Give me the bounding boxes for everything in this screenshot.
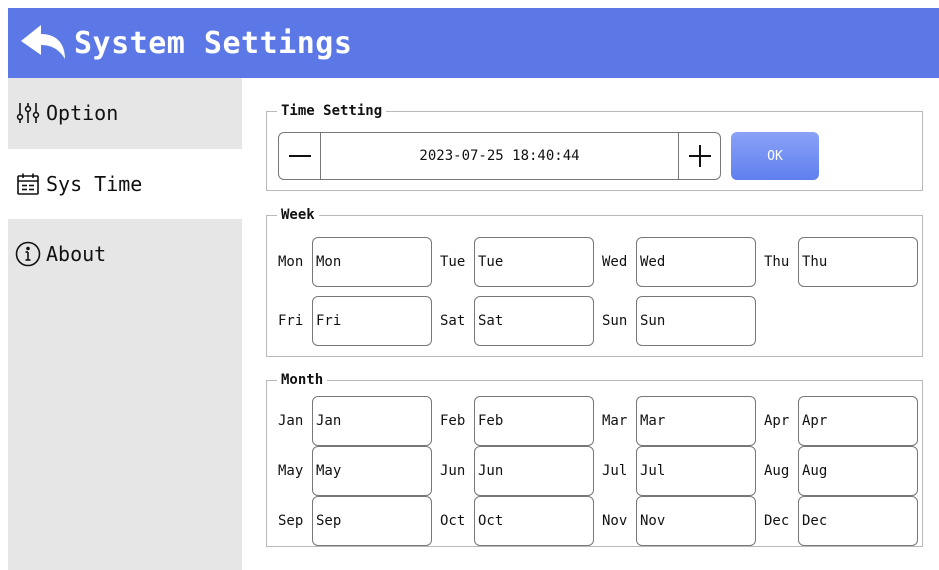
month-cell: Dec Dec bbox=[764, 496, 918, 546]
month-cell: Mar Mar bbox=[602, 396, 756, 446]
cell-label: May bbox=[278, 463, 304, 479]
cell-label: Oct bbox=[440, 513, 466, 529]
week-input[interactable]: Sat bbox=[474, 296, 594, 346]
week-cell: Sun Sun bbox=[602, 296, 756, 346]
time-stepper: 2023-07-25 18:40:44 bbox=[278, 132, 721, 180]
month-cell: Apr Apr bbox=[764, 396, 918, 446]
page-title: System Settings bbox=[74, 25, 353, 61]
month-input[interactable]: May bbox=[312, 446, 432, 496]
week-input[interactable]: Fri bbox=[312, 296, 432, 346]
group-title: Month bbox=[277, 371, 328, 389]
month-cell: Jul Jul bbox=[602, 446, 756, 496]
cell-label: Sat bbox=[440, 313, 466, 329]
cell-label: Jun bbox=[440, 463, 466, 479]
month-input[interactable]: Oct bbox=[474, 496, 594, 546]
ok-button[interactable]: OK bbox=[731, 132, 819, 180]
cell-label: Feb bbox=[440, 413, 466, 429]
cell-label: Jul bbox=[602, 463, 628, 479]
cell-label: Aug bbox=[764, 463, 790, 479]
increment-button[interactable] bbox=[678, 133, 720, 179]
month-cell: Sep Sep bbox=[278, 496, 432, 546]
month-cell: Feb Feb bbox=[440, 396, 594, 446]
group-title: Week bbox=[277, 206, 319, 224]
week-input[interactable]: Sun bbox=[636, 296, 756, 346]
cell-label: Sep bbox=[278, 513, 304, 529]
month-input[interactable]: Dec bbox=[798, 496, 918, 546]
week-cell: Mon Mon bbox=[278, 237, 432, 287]
cell-label: Apr bbox=[764, 413, 790, 429]
week-group: Week Mon Mon Tue Tue Wed Wed Thu Thu Fri… bbox=[266, 206, 923, 357]
month-input[interactable]: Aug bbox=[798, 446, 918, 496]
sidebar-item-label: Sys Time bbox=[46, 172, 143, 196]
title-bar: System Settings bbox=[8, 8, 939, 78]
cell-label: Thu bbox=[764, 254, 790, 270]
week-cell: Thu Thu bbox=[764, 237, 918, 287]
cell-label: Tue bbox=[440, 254, 466, 270]
cell-label: Wed bbox=[602, 254, 628, 270]
month-input[interactable]: Jan bbox=[312, 396, 432, 446]
sidebar-item-label: About bbox=[46, 242, 107, 266]
info-icon bbox=[14, 240, 42, 268]
week-input[interactable]: Thu bbox=[798, 237, 918, 287]
month-input[interactable]: Jul bbox=[636, 446, 756, 496]
month-input[interactable]: Jun bbox=[474, 446, 594, 496]
month-cell: Jan Jan bbox=[278, 396, 432, 446]
sidebar: Option Sys Time About bbox=[8, 78, 242, 570]
cell-label: Dec bbox=[764, 513, 790, 529]
time-value[interactable]: 2023-07-25 18:40:44 bbox=[321, 133, 678, 179]
month-input[interactable]: Mar bbox=[636, 396, 756, 446]
sidebar-item-option[interactable]: Option bbox=[8, 78, 242, 148]
sliders-icon bbox=[14, 99, 42, 127]
decrement-button[interactable] bbox=[279, 133, 321, 179]
week-cell: Fri Fri bbox=[278, 296, 432, 346]
week-cell: Wed Wed bbox=[602, 237, 756, 287]
sidebar-item-label: Option bbox=[46, 101, 119, 125]
cell-label: Mon bbox=[278, 254, 304, 270]
month-group: Month Jan Jan Feb Feb Mar Mar Apr Apr Ma… bbox=[266, 371, 923, 547]
cell-label: Fri bbox=[278, 313, 304, 329]
calendar-icon bbox=[14, 170, 42, 198]
back-arrow-icon[interactable] bbox=[14, 18, 72, 68]
week-input[interactable]: Wed bbox=[636, 237, 756, 287]
month-cell: Jun Jun bbox=[440, 446, 594, 496]
month-input[interactable]: Nov bbox=[636, 496, 756, 546]
cell-label: Mar bbox=[602, 413, 628, 429]
sidebar-item-sys-time[interactable]: Sys Time bbox=[8, 149, 242, 219]
month-cell: Aug Aug bbox=[764, 446, 918, 496]
month-cell: Oct Oct bbox=[440, 496, 594, 546]
month-cell: Nov Nov bbox=[602, 496, 756, 546]
week-input[interactable]: Tue bbox=[474, 237, 594, 287]
minus-icon bbox=[288, 155, 311, 157]
week-input[interactable]: Mon bbox=[312, 237, 432, 287]
week-cell: Sat Sat bbox=[440, 296, 594, 346]
month-input[interactable]: Apr bbox=[798, 396, 918, 446]
cell-label: Sun bbox=[602, 313, 628, 329]
time-setting-group: Time Setting 2023-07-25 18:40:44 OK bbox=[266, 102, 923, 191]
sidebar-item-about[interactable]: About bbox=[8, 219, 242, 289]
month-input[interactable]: Sep bbox=[312, 496, 432, 546]
plus-icon bbox=[688, 145, 711, 167]
week-cell: Tue Tue bbox=[440, 237, 594, 287]
month-cell: May May bbox=[278, 446, 432, 496]
group-title: Time Setting bbox=[277, 102, 387, 120]
month-input[interactable]: Feb bbox=[474, 396, 594, 446]
cell-label: Nov bbox=[602, 513, 628, 529]
cell-label: Jan bbox=[278, 413, 304, 429]
